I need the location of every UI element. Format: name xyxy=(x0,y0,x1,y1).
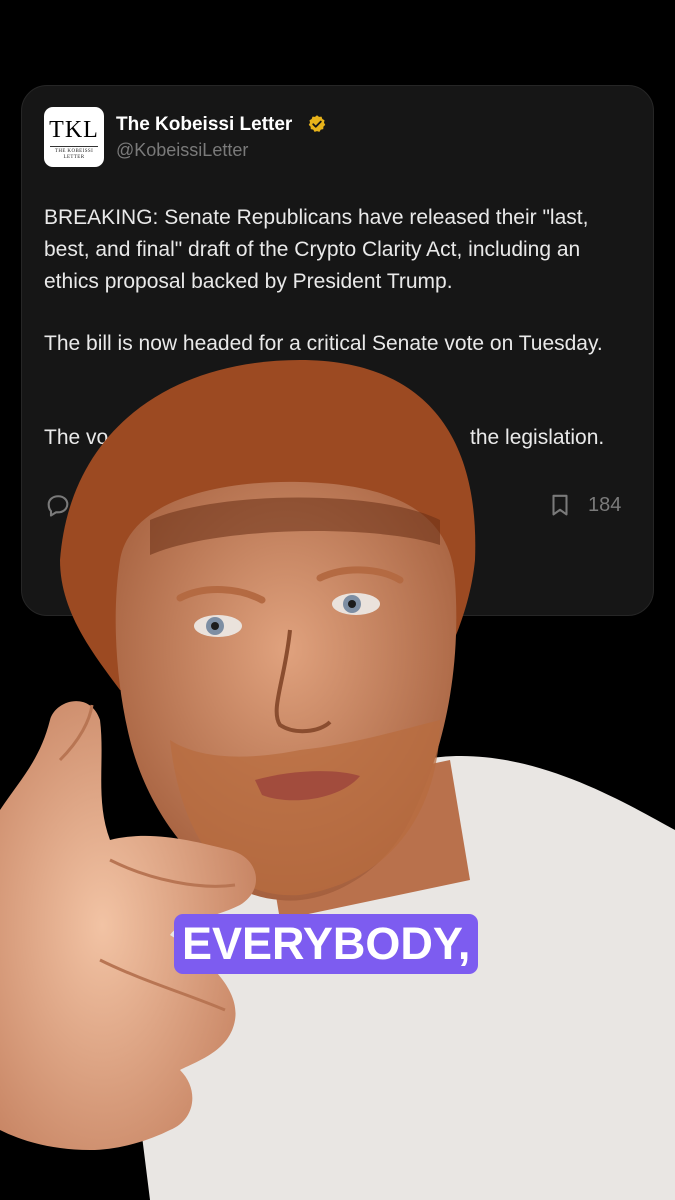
presenter-video-overlay xyxy=(0,360,675,1200)
caption-subtitle: EVERYBODY, xyxy=(174,914,479,974)
